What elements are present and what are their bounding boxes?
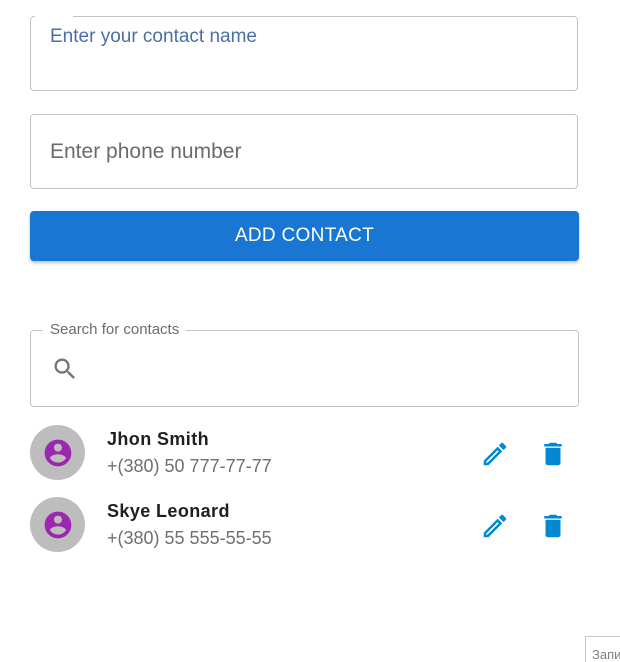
avatar [30, 425, 85, 480]
contact-name: Skye Leonard [107, 501, 230, 521]
add-contact-button[interactable]: ADD CONTACT [30, 211, 579, 261]
contact-phone: +(380) 55 555-55-55 [107, 528, 272, 548]
account-circle-icon [44, 439, 71, 466]
search-icon [54, 358, 75, 379]
contacts-page: Enter your contact name Enter phone numb… [0, 0, 620, 662]
account-circle-icon [44, 511, 71, 538]
contact-name-field[interactable]: Enter your contact name [30, 15, 578, 91]
corner-tooltip: Запи [585, 636, 620, 662]
trash-icon[interactable] [538, 439, 568, 469]
trash-icon[interactable] [538, 511, 568, 541]
phone-number-field[interactable]: Enter phone number [30, 114, 578, 189]
avatar [30, 497, 85, 552]
pencil-icon[interactable] [480, 439, 510, 469]
contact-name-label: Enter your contact name [50, 26, 257, 47]
phone-number-placeholder: Enter phone number [50, 140, 242, 163]
list-item: Jhon Smith +(380) 50 777-77-77 [30, 425, 590, 481]
pencil-icon[interactable] [480, 511, 510, 541]
search-contacts-field[interactable]: Search for contacts [30, 319, 579, 407]
field-notch [35, 15, 73, 19]
list-item: Skye Leonard +(380) 55 555-55-55 [30, 497, 590, 553]
contact-name: Jhon Smith [107, 429, 209, 449]
search-contacts-label: Search for contacts [43, 319, 187, 341]
contact-phone: +(380) 50 777-77-77 [107, 456, 272, 476]
